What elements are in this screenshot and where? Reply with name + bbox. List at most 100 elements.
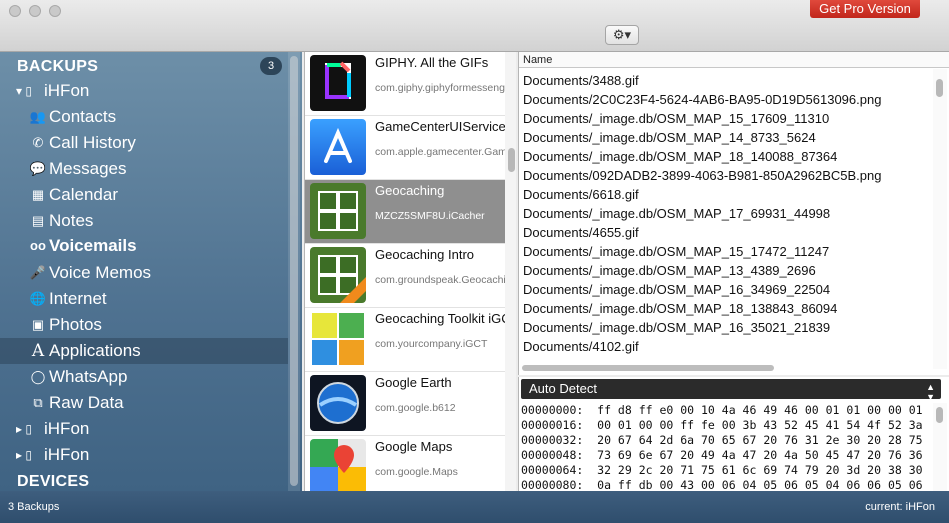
app-row-geocaching-intro[interactable]: Geocaching Intro com.groundspeak.Geocach… [305,244,505,308]
file-list-horizontal-scrollbar[interactable] [519,363,933,373]
gear-menu-button[interactable]: ⚙▾ [605,25,639,45]
devices-header: DEVICES [17,473,90,490]
backups-header: BACKUPS [17,58,99,75]
sidebar-item-internet[interactable]: 🌐 Internet [0,286,288,312]
file-row[interactable]: Documents/_image.db/OSM_MAP_16_35021_218… [519,318,933,337]
sidebar-item-device-ihfon[interactable]: ▾ ▯ iHFon [0,78,288,104]
sidebar-item-label: Internet [49,289,107,308]
app-row-igct[interactable]: Geocaching Toolkit iGCT com.yourcompany.… [305,308,505,372]
voicemail-icon: oo [30,238,46,253]
app-bundle-id: MZCZ5SMF8U.iCacher [375,210,485,222]
sidebar: BACKUPS 3 ▾ ▯ iHFon 👥 Contacts ✆ Call Hi… [0,52,302,491]
sidebar-item-label: iHFon [44,419,90,438]
application-list-scroll-thumb[interactable] [508,148,515,172]
calendar-icon: ▦ [31,187,45,202]
hex-viewer-scrollbar[interactable] [933,403,947,491]
giphy-app-icon [310,55,366,111]
close-window-button[interactable] [9,5,21,17]
disclosure-collapsed-phone-icon[interactable]: ▸ ▯ [10,416,38,442]
file-row[interactable]: Documents/4655.gif [519,223,933,242]
file-list-vertical-scrollbar[interactable] [933,69,947,369]
notes-icon: ▤ [31,213,45,228]
sidebar-item-label: Voicemails [49,236,137,255]
contacts-icon: 👥 [29,109,47,124]
file-row[interactable]: Documents/_image.db/OSM_MAP_18_140088_87… [519,147,933,166]
file-row[interactable]: Documents/092DADB2-3899-4063-B981-850A29… [519,166,933,185]
google-earth-app-icon [310,375,366,431]
name-column-header[interactable]: Name [519,52,949,68]
file-row[interactable]: Documents/_image.db/OSM_MAP_13_4389_2696 [519,261,933,280]
sidebar-item-device-ihfon-3[interactable]: ▸ ▯ iHFon [0,442,288,468]
app-name: GameCenterUIService [375,119,505,134]
hex-viewer-scroll-thumb[interactable] [936,407,943,423]
file-row[interactable]: Documents/2C0C23F4-5624-4AB6-BA95-0D19D5… [519,90,933,109]
file-row[interactable]: Documents/_image.db/OSM_MAP_14_8733_5624 [519,128,933,147]
sidebar-item-messages[interactable]: 💬 Messages [0,156,288,182]
sidebar-item-applications[interactable]: A Applications [0,338,288,364]
app-name: Geocaching Intro [375,247,475,262]
file-list-horizontal-scroll-thumb[interactable] [522,365,774,371]
current-device-status: current: iHFon [865,501,935,513]
file-row[interactable]: Documents/_image.db/OSM_MAP_17_69931_449… [519,204,933,223]
sidebar-item-whatsapp[interactable]: ◯ WhatsApp [0,364,288,390]
sidebar-item-voice-memos[interactable]: 🎤 Voice Memos [0,260,288,286]
file-row[interactable]: Documents/6618.gif [519,185,933,204]
sidebar-item-contacts[interactable]: 👥 Contacts [0,104,288,130]
sidebar-scrollbar[interactable] [288,52,300,491]
zoom-window-button[interactable] [49,5,61,17]
file-row[interactable]: Documents/_image.db/OSM_MAP_18_138843_86… [519,299,933,318]
whatsapp-icon: ◯ [30,369,46,384]
applications-icon: A [31,341,45,361]
file-row[interactable]: Documents/4102.gif [519,337,933,356]
app-name: Google Maps [375,439,453,454]
file-row[interactable]: Documents/_image.db/OSM_MAP_15_17609_113… [519,109,933,128]
encoding-select[interactable]: Auto Detect ▲ ▼ [521,379,941,402]
app-bundle-id: com.apple.gamecenter.GameCenterUIService [375,146,505,158]
raw-data-icon: ⧉ [33,395,43,410]
minimize-window-button[interactable] [29,5,41,17]
app-row-geocaching[interactable]: Geocaching MZCZ5SMF8U.iCacher [305,180,505,244]
geocaching-intro-app-icon [310,247,366,303]
sidebar-item-notes[interactable]: ▤ Notes [0,208,288,234]
hex-viewer-pane: Auto Detect ▲ ▼ 00000000: ff d8 ff e0 00 … [518,377,949,491]
hex-line: 00000000: ff d8 ff e0 00 10 4a 46 49 46 … [521,403,923,417]
file-row[interactable]: Documents/_image.db/OSM_MAP_16_34969_225… [519,280,933,299]
application-list-scrollbar[interactable] [505,52,516,491]
app-row-gamecenter[interactable]: GameCenterUIService com.apple.gamecenter… [305,116,505,180]
sidebar-item-call-history[interactable]: ✆ Call History [0,130,288,156]
globe-icon: 🌐 [29,291,47,306]
app-row-google-earth[interactable]: Google Earth com.google.b612 [305,372,505,436]
app-bundle-id: com.google.b612 [375,402,456,414]
disclosure-expanded-phone-icon[interactable]: ▾ ▯ [10,78,38,104]
file-row[interactable]: Documents/3488.gif [519,71,933,90]
sidebar-item-label: Call History [49,133,136,152]
application-list: GIPHY. All the GIFs com.giphy.giphyforme… [304,52,516,491]
file-row[interactable]: Documents/_image.db/OSM_MAP_15_17472_112… [519,242,933,261]
disclosure-collapsed-phone-icon[interactable]: ▸ ▯ [10,442,38,468]
backup-count-status: 3 Backups [8,501,60,513]
file-list-vertical-scroll-thumb[interactable] [936,79,943,97]
get-pro-version-button[interactable]: Get Pro Version [810,0,920,18]
app-bundle-id: com.giphy.giphyformessenger [375,82,505,94]
sidebar-scroll-thumb[interactable] [290,56,298,486]
sidebar-item-device-ihfon-2[interactable]: ▸ ▯ iHFon [0,416,288,442]
sidebar-item-photos[interactable]: ▣ Photos [0,312,288,338]
status-bar: 3 Backups current: iHFon [0,491,949,523]
sidebar-item-voicemails[interactable]: oo Voicemails [0,233,288,259]
sidebar-item-raw-data[interactable]: ⧉ Raw Data [0,390,288,416]
sidebar-item-label: Voice Memos [49,263,152,282]
sidebar-item-calendar[interactable]: ▦ Calendar [0,182,288,208]
hex-line: 00000032: 20 67 64 2d 6a 70 65 67 20 76 … [521,433,923,447]
app-bundle-id: com.google.Maps [375,466,458,478]
photos-icon: ▣ [31,317,45,332]
sidebar-item-label: Notes [49,211,94,230]
sidebar-item-label: iHFon [44,81,90,100]
app-row-giphy[interactable]: GIPHY. All the GIFs com.giphy.giphyforme… [305,52,505,116]
sidebar-item-label: Applications [49,341,141,360]
app-name: GIPHY. All the GIFs [375,55,489,70]
app-store-icon [310,119,366,175]
backups-count-badge: 3 [260,57,282,75]
app-row-google-maps[interactable]: Google Maps com.google.Maps [305,436,505,491]
sidebar-item-label: Calendar [49,185,118,204]
sidebar-item-label: WhatsApp [49,367,128,386]
